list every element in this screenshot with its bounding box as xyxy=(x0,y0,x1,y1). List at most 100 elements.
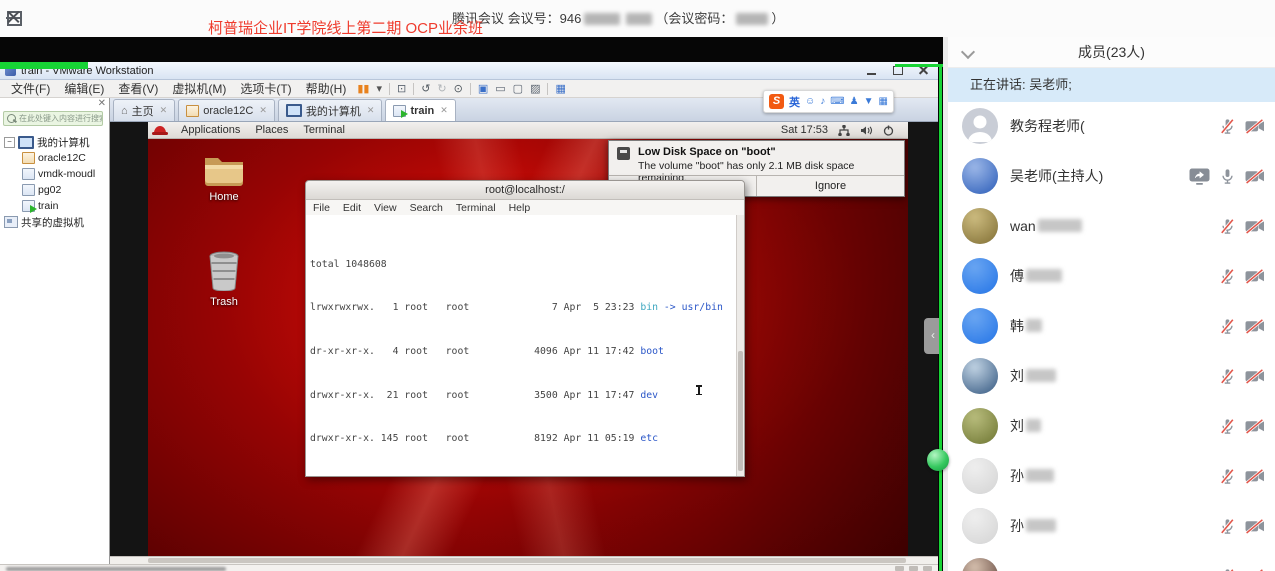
library-close-icon[interactable]: ✕ xyxy=(98,98,106,109)
camera-off-icon[interactable] xyxy=(1245,419,1265,434)
gnome-menu-item[interactable]: Applications xyxy=(181,124,240,136)
console-view-icon[interactable]: ▣ xyxy=(478,82,488,96)
skin-icon[interactable]: ▼ xyxy=(864,97,874,107)
status-device-icon[interactable] xyxy=(895,566,904,571)
status-device-icon[interactable] xyxy=(923,566,932,571)
vm-tab[interactable]: 主页 ✕ xyxy=(113,99,175,121)
floating-assist-ball[interactable] xyxy=(927,449,949,471)
vm-tab[interactable]: oracle12C ✕ xyxy=(178,99,275,121)
mic-icon[interactable] xyxy=(1219,168,1236,185)
vmware-minimize-button[interactable] xyxy=(866,65,878,76)
smiley-icon[interactable]: ☺ xyxy=(805,97,815,107)
terminal-menu-item[interactable]: Edit xyxy=(343,202,361,214)
tree-item-vm[interactable]: train xyxy=(0,198,109,214)
vm-tab[interactable]: 我的计算机 ✕ xyxy=(278,99,383,121)
chevron-down-icon[interactable] xyxy=(961,45,975,59)
display-hscrollbar[interactable] xyxy=(110,556,938,564)
sogou-input-bar[interactable]: S 英 ☺ ♪ ⌨ ♟ ▼ ▦ xyxy=(763,90,894,113)
sogou-logo[interactable]: S xyxy=(769,94,784,109)
toolbar-separator[interactable] xyxy=(547,83,548,95)
mic-icon[interactable] xyxy=(1219,318,1236,335)
keyboard-icon[interactable]: ⌨ xyxy=(830,97,844,107)
home-folder-icon[interactable]: Home xyxy=(192,152,256,203)
camera-off-icon[interactable] xyxy=(1245,119,1265,134)
mic-icon[interactable] xyxy=(1219,118,1236,135)
toolbar-separator[interactable] xyxy=(389,83,390,95)
vmware-menu-item[interactable]: 虚拟机(M) xyxy=(165,80,233,97)
terminal-window[interactable]: root@localhost:/ FileEditViewSearchTermi… xyxy=(305,180,745,477)
toolbar-separator[interactable] xyxy=(413,83,414,95)
thumbnail-view-icon[interactable]: ▭ xyxy=(495,82,505,96)
camera-off-icon[interactable] xyxy=(1245,269,1265,284)
terminal-scrollbar[interactable] xyxy=(736,215,744,476)
member-row[interactable]: 刘 xyxy=(948,351,1275,401)
member-row[interactable]: wan xyxy=(948,201,1275,251)
trash-icon[interactable]: Trash xyxy=(192,251,256,308)
terminal-menu-item[interactable]: View xyxy=(374,202,397,214)
camera-off-icon[interactable] xyxy=(1245,369,1265,384)
mic-icon[interactable] xyxy=(1219,268,1236,285)
camera-off-icon[interactable] xyxy=(1245,219,1265,234)
terminal-menu-item[interactable]: File xyxy=(313,202,330,214)
guest-display[interactable]: ApplicationsPlacesTerminal Sat 17:53 Hom… xyxy=(148,122,908,556)
mic-icon[interactable] xyxy=(1219,368,1236,385)
camera-off-icon[interactable] xyxy=(1245,519,1265,534)
vmware-menu-item[interactable]: 文件(F) xyxy=(4,80,57,97)
tree-item-vm[interactable]: vmdk-moudl xyxy=(0,166,109,182)
tab-close-icon[interactable]: ✕ xyxy=(440,105,448,116)
suspend-button[interactable]: ▮▮ xyxy=(357,82,369,96)
tree-item-shared-vms[interactable]: 共享的虚拟机 xyxy=(0,214,109,230)
status-device-icon[interactable] xyxy=(909,566,918,571)
member-row[interactable]: 孙 xyxy=(948,451,1275,501)
camera-off-icon[interactable] xyxy=(1245,169,1265,184)
unity-icon[interactable]: ▨ xyxy=(530,82,540,96)
mic-icon[interactable] xyxy=(1219,218,1236,235)
member-row[interactable]: 韩 xyxy=(948,301,1275,351)
tree-item-vm[interactable]: oracle12C xyxy=(0,150,109,166)
terminal-menu-item[interactable]: Help xyxy=(509,202,531,214)
mic-icon[interactable] xyxy=(1219,518,1236,535)
hscroll-thumb[interactable] xyxy=(148,558,906,563)
close-button[interactable] xyxy=(0,5,26,29)
mic-icon[interactable] xyxy=(1219,468,1236,485)
tab-close-icon[interactable]: ✕ xyxy=(259,105,267,116)
tree-item-vm[interactable]: pg02 xyxy=(0,182,109,198)
library-panel-icon[interactable]: ▦ xyxy=(555,82,565,96)
library-search-input[interactable]: 在此处键入内容进行搜索 ▾ xyxy=(3,111,103,126)
voice-input-icon[interactable]: ♪ xyxy=(820,97,825,107)
vmware-menu-item[interactable]: 选项卡(T) xyxy=(233,80,298,97)
camera-off-icon[interactable] xyxy=(1245,469,1265,484)
vmware-menu-item[interactable]: 编辑(E) xyxy=(57,80,111,97)
tree-expander-icon[interactable]: − xyxy=(4,137,15,148)
camera-off-icon[interactable] xyxy=(1245,319,1265,334)
mic-icon[interactable] xyxy=(1219,568,1236,571)
member-row[interactable]: 孙 xyxy=(948,501,1275,551)
fullscreen-icon[interactable]: ▢ xyxy=(513,82,523,96)
tree-item-my-computer[interactable]: − 我的计算机 xyxy=(0,134,109,150)
vmware-menu-item[interactable]: 帮助(H) xyxy=(299,80,354,97)
member-row[interactable]: 教务程老师( xyxy=(948,101,1275,151)
vmware-titlebar[interactable]: train - VMware Workstation xyxy=(0,62,938,80)
mic-icon[interactable] xyxy=(1219,418,1236,435)
revert-snapshot-icon[interactable]: ↻ xyxy=(437,82,446,96)
volume-icon[interactable] xyxy=(860,125,873,136)
vm-tab[interactable]: train ✕ xyxy=(385,99,455,121)
member-row[interactable] xyxy=(948,551,1275,571)
gnome-menu-item[interactable]: Terminal xyxy=(303,124,345,136)
tab-close-icon[interactable]: ✕ xyxy=(160,105,168,116)
language-indicator[interactable]: 英 xyxy=(789,94,800,110)
toolbox-icon[interactable]: ▦ xyxy=(879,97,888,107)
ignore-button[interactable]: Ignore xyxy=(756,176,904,196)
tab-close-icon[interactable]: ✕ xyxy=(367,105,375,116)
vmware-menu-item[interactable]: 查看(V) xyxy=(111,80,165,97)
terminal-titlebar[interactable]: root@localhost:/ xyxy=(306,181,744,200)
manage-snapshots-icon[interactable]: ⊙ xyxy=(454,82,463,96)
member-row[interactable]: 吴老师(主持人) xyxy=(948,151,1275,201)
redhat-menu-icon[interactable] xyxy=(154,126,166,135)
member-row[interactable]: 刘 xyxy=(948,401,1275,451)
person-icon[interactable]: ♟ xyxy=(850,97,859,107)
suspend-dropdown-icon[interactable]: ▾ xyxy=(376,82,382,96)
ctrl-alt-del-icon[interactable]: ⊡ xyxy=(397,82,406,96)
gnome-clock[interactable]: Sat 17:53 xyxy=(781,124,828,136)
network-icon[interactable] xyxy=(838,125,850,136)
